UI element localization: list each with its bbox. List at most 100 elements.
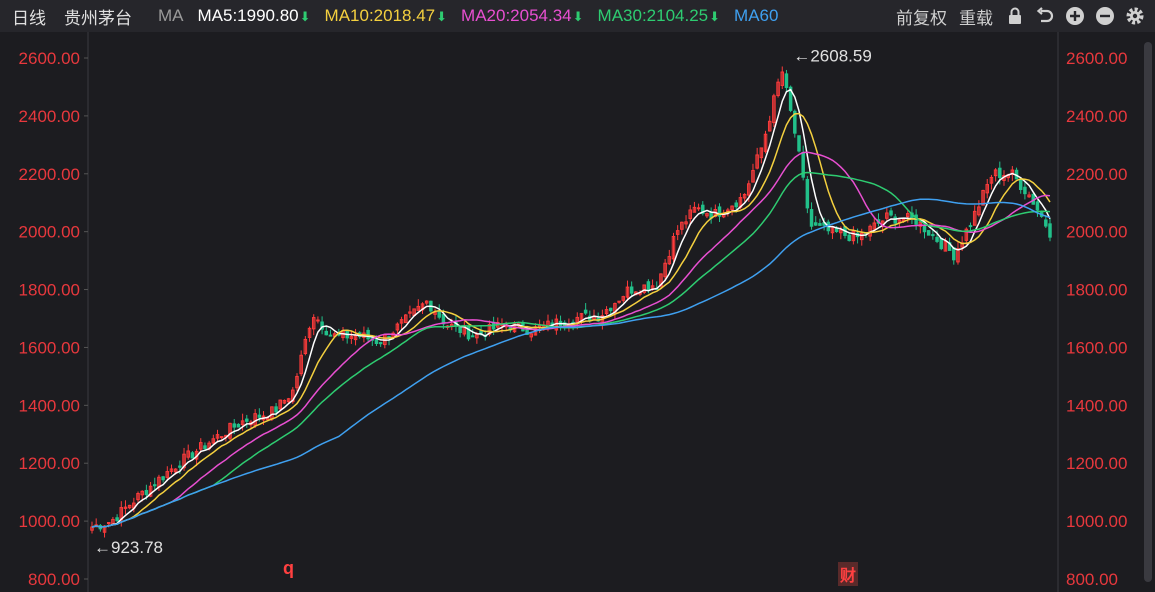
candle-body (374, 339, 379, 345)
vertical-scrollbar[interactable] (1143, 42, 1153, 582)
undo-icon[interactable] (1035, 6, 1055, 26)
adjust-button[interactable]: 前复权 (896, 4, 947, 29)
ma-value-0: MA5:1990.80⬇ (197, 6, 311, 25)
candle-body (998, 167, 1002, 179)
y-tick-right: 2000.00 (1066, 223, 1127, 242)
high-annotation: ←2608.59 (793, 47, 871, 66)
candle-body (236, 423, 241, 428)
kline-chart[interactable]: 2600.00 2600.00 2400.00 2400.00 2200.00 2200.… (0, 32, 1155, 592)
scroll-thumb[interactable] (1144, 42, 1152, 582)
zoom-out-icon[interactable] (1095, 6, 1115, 26)
low-annotation: ←923.78 (94, 538, 163, 557)
candle-body (178, 465, 182, 468)
candle-body (797, 135, 801, 152)
stock-name: 贵州茅台 (64, 8, 132, 28)
event-marker-q[interactable]: q (283, 558, 294, 579)
candle-body (809, 209, 814, 227)
candle-body (1044, 219, 1048, 227)
candle-body (805, 179, 810, 209)
y-tick-left: 1000.00 (19, 512, 80, 531)
y-tick-left: 1400.00 (19, 396, 80, 415)
ma-value-1: MA10:2018.47⬇ (324, 6, 448, 25)
candle-body (470, 335, 475, 338)
ma30-line (91, 171, 1051, 528)
lock-icon[interactable] (1005, 6, 1025, 26)
event-marker-finance[interactable]: 财 (838, 562, 859, 586)
candle-body (847, 234, 851, 242)
candle-body (935, 236, 939, 242)
candle-body (784, 73, 789, 89)
candle-body (274, 406, 278, 413)
settings-icon[interactable] (1125, 6, 1145, 26)
y-tick-right: 2400.00 (1066, 107, 1127, 126)
y-tick-left: 800.00 (28, 570, 80, 589)
y-tick-right: 2200.00 (1066, 165, 1127, 184)
candle-body (818, 223, 822, 226)
ma10-line (91, 112, 1051, 528)
ma-value-4: MA60 (734, 6, 779, 25)
y-tick-left: 2200.00 (19, 165, 80, 184)
y-tick-right: 2600.00 (1066, 49, 1127, 68)
y-tick-right: 800.00 (1066, 570, 1118, 589)
candle-body (813, 222, 818, 226)
candle-body (931, 234, 935, 237)
candle-body (583, 309, 588, 314)
candle-body (324, 330, 329, 336)
y-tick-left: 2400.00 (19, 107, 80, 126)
candle-body (952, 247, 956, 261)
y-tick-left: 2000.00 (19, 223, 80, 242)
candle-body (190, 452, 195, 459)
y-tick-left: 1800.00 (19, 281, 80, 300)
y-tick-left: 2600.00 (19, 49, 80, 68)
ma5-line (91, 88, 1051, 528)
candle-body (537, 325, 542, 328)
toolbar-right: 前复权 重载 (888, 0, 1155, 32)
candle-body (629, 286, 634, 294)
candle-body (458, 326, 462, 334)
y-tick-right: 1200.00 (1066, 454, 1127, 473)
candle-body (1048, 223, 1052, 238)
ma-label[interactable]: MA (158, 6, 184, 26)
candle-body (219, 436, 224, 439)
chart-toolbar: 日线 贵州茅台 MA MA5:1990.80⬇ MA10:2018.47⬇ MA20… (0, 0, 1155, 32)
candle-body (232, 423, 236, 428)
y-tick-right: 1800.00 (1066, 281, 1127, 300)
ma-value-3: MA30:2104.25⬇ (597, 6, 721, 25)
candle-body (1023, 186, 1027, 195)
candle-body (328, 334, 333, 337)
candle-body (161, 476, 165, 481)
candle-body (734, 202, 738, 208)
ma-values: MA5:1990.80⬇ MA10:2018.47⬇ MA20:2054.34⬇ MA… (184, 6, 779, 26)
candle-body (889, 210, 893, 216)
candle-body (939, 237, 943, 250)
candle-body (1035, 201, 1040, 211)
candle-body (245, 418, 249, 422)
y-tick-left: 1200.00 (19, 454, 80, 473)
candle-body (893, 216, 897, 224)
candle-body (608, 307, 613, 312)
candle-body (115, 517, 119, 522)
candle-body (203, 445, 207, 450)
down-arrow-icon: ⬇ (436, 9, 448, 24)
candle-body (646, 281, 651, 291)
candle-body (926, 230, 931, 236)
ma-value-2: MA20:2054.34⬇ (461, 6, 584, 25)
candle-body (378, 342, 383, 345)
candle-body (316, 319, 320, 322)
y-tick-right: 1600.00 (1066, 338, 1127, 357)
down-arrow-icon: ⬇ (299, 9, 311, 24)
y-tick-right: 1000.00 (1066, 512, 1127, 531)
ma60-line (91, 198, 1051, 528)
candle-body (922, 225, 927, 233)
candle-body (968, 225, 973, 228)
down-arrow-icon: ⬇ (572, 9, 584, 24)
y-tick-left: 1600.00 (19, 338, 80, 357)
reload-button[interactable]: 重载 (959, 4, 993, 29)
candle-body (153, 484, 157, 487)
candle-body (1018, 178, 1023, 191)
candle-body (834, 228, 839, 233)
period-selector[interactable]: 日线 (12, 4, 46, 29)
y-tick-right: 1400.00 (1066, 396, 1127, 415)
candle-body (437, 310, 441, 318)
zoom-in-icon[interactable] (1065, 6, 1085, 26)
